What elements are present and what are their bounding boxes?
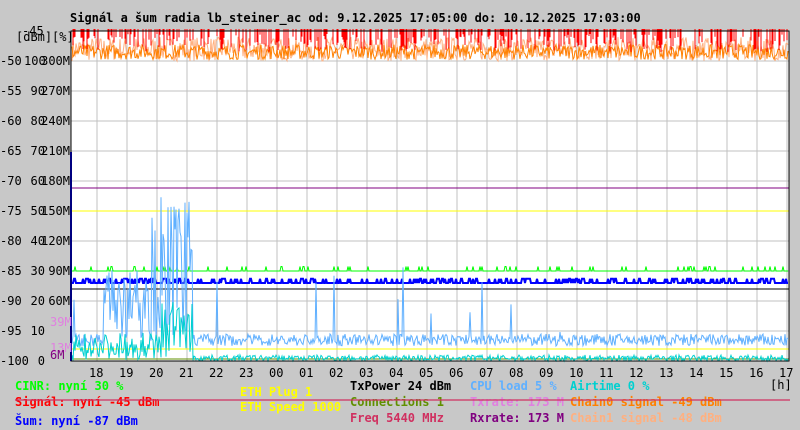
y-tick-rate: 120M (41, 234, 70, 248)
legend-cpu: CPU load 5 % (470, 379, 557, 393)
legend-freq: Freq 5440 MHz (350, 411, 444, 425)
x-tick: 10 (569, 366, 584, 380)
y-tick-dbm: -90 (0, 294, 22, 308)
x-tick: 09 (539, 366, 554, 380)
legend-connections: Connections 1 (350, 395, 444, 409)
x-tick: 05 (419, 366, 434, 380)
x-tick: 02 (329, 366, 344, 380)
x-tick: 08 (509, 366, 524, 380)
y-tick-percent: 10 (30, 324, 45, 338)
x-tick: 01 (299, 366, 314, 380)
legend-rxrate: Rxrate: 173 M (470, 411, 564, 425)
y-tick-dbm: -70 (0, 174, 22, 188)
y-tick-dbm: -75 (0, 204, 22, 218)
y-tick-dbm: -60 (0, 114, 22, 128)
x-tick: 15 (719, 366, 734, 380)
y-tick-percent: 0 (37, 354, 45, 368)
y-tick-dbm: -100 (0, 354, 29, 368)
x-tick: 07 (479, 366, 494, 380)
y-tick-rate: 60M (48, 294, 70, 308)
y-tick-rate: 210M (41, 144, 70, 158)
y-unit-dbm: [dBm] (16, 30, 53, 44)
x-tick: 16 (749, 366, 764, 380)
y-tick-dbm: -55 (0, 84, 22, 98)
x-tick: 12 (629, 366, 644, 380)
x-unit: [h] (770, 378, 792, 392)
chart-title: Signál a šum radia lb_steiner_ac od: 9.1… (70, 11, 641, 25)
x-tick: 20 (149, 366, 164, 380)
y-tick-rate: 240M (41, 114, 70, 128)
y-tick-rate: 180M (41, 174, 70, 188)
x-tick: 06 (449, 366, 464, 380)
legend-eth-plug: ETH Plug 1 (240, 385, 313, 399)
y-tick-dbm: -50 (0, 54, 22, 68)
legend-airtime: Airtime 0 % (570, 379, 650, 393)
y-tick-dbm: -95 (0, 324, 22, 338)
legend-signal: Signál: nyní -45 dBm (15, 395, 160, 409)
x-tick: 18 (89, 366, 104, 380)
x-tick: 14 (689, 366, 704, 380)
x-tick: 19 (119, 366, 134, 380)
y-tick-dbm: -65 (0, 144, 22, 158)
y-tick-rate: 300M (41, 54, 70, 68)
x-tick: 21 (179, 366, 194, 380)
inline-label-39m: 39M (50, 315, 72, 329)
legend-noise: Šum: nyní -87 dBm (15, 414, 138, 428)
y-tick-rate: 270M (41, 84, 70, 98)
x-tick: 22 (209, 366, 224, 380)
inline-label-6m: 6M (50, 348, 65, 362)
x-tick: 00 (269, 366, 284, 380)
legend-txpower: TxPower 24 dBm (350, 379, 452, 393)
y-tick-dbm: -80 (0, 234, 22, 248)
legend-txrate: Txrate: 173 M (470, 395, 564, 409)
y-unit-percent: [%] (52, 30, 74, 44)
y-tick-rate: 150M (41, 204, 70, 218)
x-tick: 11 (599, 366, 614, 380)
x-tick: 13 (659, 366, 674, 380)
x-tick: 23 (239, 366, 254, 380)
y-tick-dbm: -85 (0, 264, 22, 278)
legend-chain1: Chain1 signal -48 dBm (570, 411, 722, 425)
x-tick: 03 (359, 366, 374, 380)
legend-chain0: Chain0 signal -49 dBm (570, 395, 722, 409)
chart-root: Signál a šum radia lb_steiner_ac od: 9.1… (0, 0, 800, 430)
legend-cinr: CINR: nyní 30 % (15, 379, 124, 393)
x-tick: 04 (389, 366, 404, 380)
legend-eth-speed: ETH Speed 1000 (240, 400, 342, 414)
y-tick-rate: 90M (48, 264, 70, 278)
